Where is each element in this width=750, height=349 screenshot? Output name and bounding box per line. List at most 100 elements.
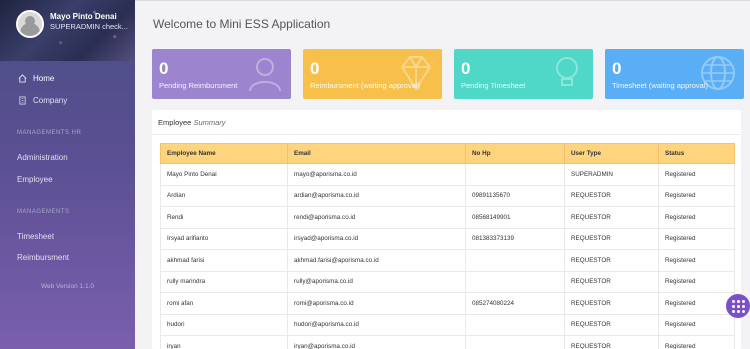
cell-phone <box>465 249 565 272</box>
card-pending-timesheet[interactable]: 0 Pending Timesheet <box>454 49 593 99</box>
cell-email: rully@aporisma.co.id <box>287 270 466 293</box>
col-no-hp[interactable]: No Hp <box>465 143 565 164</box>
card-value: 0 <box>461 59 471 78</box>
cell-status: Registered <box>658 292 735 315</box>
cell-name: akhmad farisi <box>160 249 288 272</box>
sidebar-item-timesheet[interactable]: Timesheet <box>0 226 135 246</box>
sidebar-item-label: Company <box>33 95 68 105</box>
table-row[interactable]: Irsyad arifianto irsyad@aporisma.co.id 081… <box>160 227 735 250</box>
cell-phone: 08568149901 <box>465 206 565 229</box>
cell-status: Registered <box>658 206 735 229</box>
globe-icon <box>701 56 735 90</box>
diamond-icon <box>400 56 432 91</box>
cell-phone <box>465 335 565 349</box>
table-row[interactable]: romi afan romi@aporisma.co.id 085274080224… <box>160 292 735 315</box>
col-employee-name[interactable]: Employee Name <box>160 143 288 164</box>
cell-status: Registered <box>658 335 735 349</box>
card-value: 0 <box>310 59 320 78</box>
cell-name: romi afan <box>160 292 288 315</box>
col-user-type[interactable]: User Type <box>564 143 659 164</box>
cell-phone: 081383373139 <box>465 227 565 250</box>
card-label: Pending Reimbursment <box>159 81 238 90</box>
cell-name: iryan <box>160 335 288 349</box>
sidebar-item-home[interactable]: Home <box>0 68 135 88</box>
panel-title-sub: Summary <box>193 118 226 127</box>
table-row[interactable]: Mayo Pinto Denai mayo@aporisma.co.id SUPER… <box>160 163 735 186</box>
sidebar-item-reimbursment[interactable]: Reimbursment <box>0 247 135 267</box>
cell-status: Registered <box>658 227 735 250</box>
card-label: Pending Timesheet <box>461 81 526 90</box>
page-title: Welcome to Mini ESS Application <box>153 17 331 31</box>
card-reimbursment-waiting[interactable]: 0 Reimbursment (waiting approval) <box>303 49 442 99</box>
cell-name: Irsyad arifianto <box>160 227 288 250</box>
cell-email: iryan@aporisma.co.id <box>287 335 466 349</box>
cell-phone <box>465 313 565 336</box>
cell-user-type: REQUESTOR <box>564 292 659 315</box>
table-row[interactable]: rully marindra rully@aporisma.co.id REQUES… <box>160 270 735 293</box>
panel-title-main: Employee <box>158 118 192 127</box>
cell-email: romi@aporisma.co.id <box>287 292 466 315</box>
sidebar: Mayo Pinto Denai SUPERADMIN check... Hom… <box>0 0 135 349</box>
card-pending-reimbursment[interactable]: 0 Pending Reimbursment <box>152 49 291 99</box>
panel-title: Employee Summary <box>158 118 226 127</box>
cell-status: Registered <box>658 313 735 336</box>
cell-user-type: REQUESTOR <box>564 184 659 207</box>
employee-summary-panel: Employee Summary Employee Name Email No … <box>152 110 741 349</box>
cell-user-type: REQUESTOR <box>564 249 659 272</box>
table-row[interactable]: hudori hudori@aporisma.co.id REQUESTOR Regi… <box>160 313 735 336</box>
cell-user-type: REQUESTOR <box>564 227 659 250</box>
card-value: 0 <box>612 59 622 78</box>
cell-email: rendi@aporisma.co.id <box>287 206 466 229</box>
profile-name: Mayo Pinto Denai <box>50 12 117 21</box>
cell-email: ardian@aporisma.co.id <box>287 184 466 207</box>
table-row[interactable]: iryan iryan@aporisma.co.id REQUESTOR Regist… <box>160 335 735 349</box>
table-row[interactable]: Rendi rendi@aporisma.co.id 08568149901 REQU… <box>160 206 735 229</box>
cell-phone <box>465 270 565 293</box>
bulb-icon <box>556 57 578 86</box>
version-label: Web Version 1.1.0 <box>41 283 94 290</box>
col-status[interactable]: Status <box>658 143 735 164</box>
card-value: 0 <box>159 59 169 78</box>
cell-status: Registered <box>658 249 735 272</box>
home-icon <box>17 73 27 83</box>
sidebar-item-administration[interactable]: Administration <box>0 147 135 167</box>
avatar[interactable] <box>16 10 44 38</box>
cell-user-type: SUPERADMIN <box>564 163 659 186</box>
apps-menu-button[interactable] <box>726 294 750 318</box>
section-title-hr: MANAGEMENTS HR <box>17 130 82 136</box>
cell-status: Registered <box>658 163 735 186</box>
cell-phone <box>465 163 565 186</box>
cell-email: irsyad@aporisma.co.id <box>287 227 466 250</box>
user-icon <box>249 58 281 92</box>
profile-role[interactable]: SUPERADMIN check... <box>50 22 128 31</box>
section-title-managements: MANAGEMENTS <box>17 209 70 215</box>
sidebar-item-label: Timesheet <box>17 231 55 241</box>
cell-email: hudori@aporisma.co.id <box>287 313 466 336</box>
cell-name: hudori <box>160 313 288 336</box>
sidebar-item-company[interactable]: Company <box>0 90 135 110</box>
sidebar-item-label: Employee <box>17 174 53 184</box>
cell-user-type: REQUESTOR <box>564 270 659 293</box>
table-header-row: Employee Name Email No Hp User Type Stat… <box>160 143 735 164</box>
table-row[interactable]: akhmad farisi akhmad.farisi@aporisma.co.i… <box>160 249 735 272</box>
sidebar-item-label: Home <box>33 73 55 83</box>
sidebar-item-label: Reimbursment <box>17 252 70 262</box>
card-label: Timesheet (waiting approval) <box>612 81 709 90</box>
cell-user-type: REQUESTOR <box>564 206 659 229</box>
cell-name: Mayo Pinto Denai <box>160 163 288 186</box>
cell-user-type: REQUESTOR <box>564 335 659 349</box>
table-row[interactable]: Ardian ardian@aporisma.co.id 09891135670 RE… <box>160 184 735 207</box>
main-content: Welcome to Mini ESS Application 0 Pendin… <box>135 0 750 349</box>
card-timesheet-waiting[interactable]: 0 Timesheet (waiting approval) <box>605 49 744 99</box>
cell-email: mayo@aporisma.co.id <box>287 163 466 186</box>
sidebar-item-label: Administration <box>17 152 68 162</box>
cell-name: rully marindra <box>160 270 288 293</box>
employee-table: Employee Name Email No Hp User Type Stat… <box>160 143 735 349</box>
cell-user-type: REQUESTOR <box>564 313 659 336</box>
col-email[interactable]: Email <box>287 143 466 164</box>
cell-phone: 085274080224 <box>465 292 565 315</box>
sidebar-item-employee[interactable]: Employee <box>0 169 135 189</box>
cell-name: Rendi <box>160 206 288 229</box>
cell-name: Ardian <box>160 184 288 207</box>
cell-email: akhmad.farisi@aporisma.co.id <box>287 249 466 272</box>
